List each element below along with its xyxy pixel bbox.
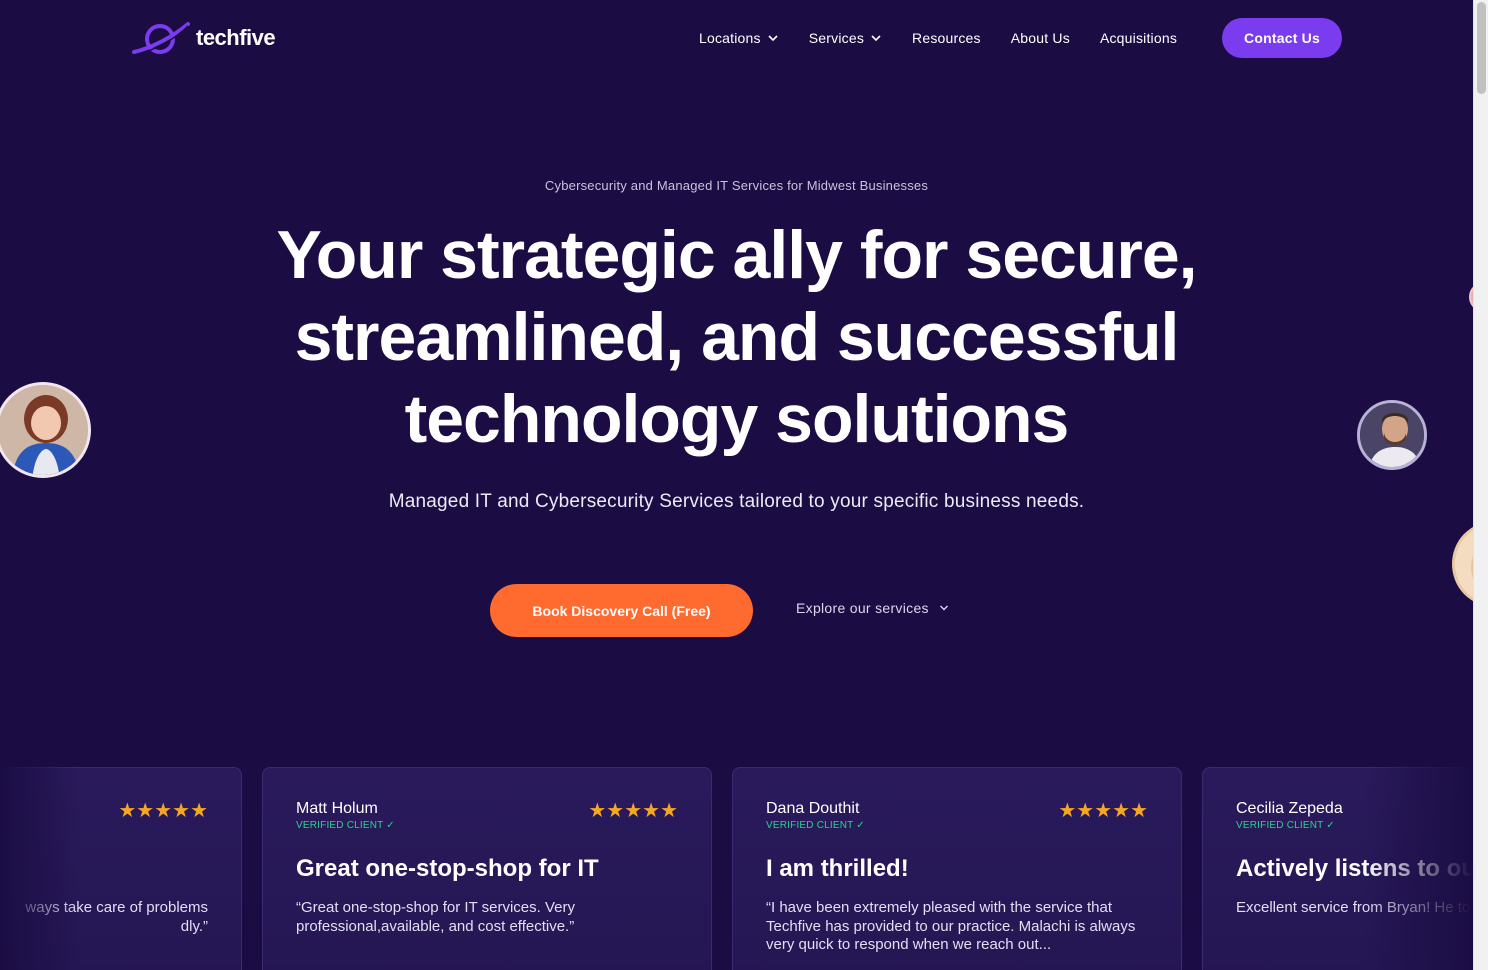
brand-logo[interactable]: techfive	[132, 18, 276, 58]
star-rating: ★★★★★	[588, 800, 678, 822]
nav-item-resources[interactable]: Resources	[912, 30, 981, 46]
main-nav: Locations Services Resources About Us Ac…	[699, 18, 1207, 58]
nav-item-label: Resources	[912, 30, 981, 46]
planet-logo-icon	[132, 22, 190, 55]
client-avatar	[1452, 522, 1473, 606]
page: techfive Locations Services Resources Ab…	[0, 0, 1473, 970]
review-title: I am thrilled!	[766, 855, 909, 882]
chevron-down-icon	[871, 35, 881, 42]
page-scrollbar[interactable]	[1473, 0, 1488, 970]
reviewer-name: Dana Douthit	[766, 800, 860, 817]
nav-item-locations[interactable]: Locations	[699, 30, 779, 46]
client-avatar	[0, 382, 91, 478]
hero-headline: Your strategic ally for secure, streamli…	[200, 214, 1273, 460]
nav-item-label: Services	[808, 30, 865, 46]
review-title: Great one-stop-shop for IT	[296, 855, 599, 882]
hero-eyebrow: Cybersecurity and Managed IT Services fo…	[544, 178, 929, 193]
nav-item-about-us[interactable]: About Us	[1011, 30, 1070, 46]
verified-client-badge: VERIFIED CLIENT ✓	[766, 820, 865, 831]
verified-client-badge: VERIFIED CLIENT ✓	[296, 820, 395, 831]
brand-name: techfive	[196, 25, 276, 50]
review-text: “Great one-stop-shop for IT services. Ve…	[296, 899, 576, 935]
nav-item-label: About Us	[1010, 30, 1070, 46]
headline-line: streamlined, and successful	[294, 299, 1180, 375]
client-avatar	[1357, 400, 1427, 470]
headline-line: Your strategic ally for secure,	[276, 217, 1197, 293]
nav-item-label: Acquisitions	[1099, 30, 1178, 46]
reviewer-name: Matt Holum	[296, 800, 378, 817]
carousel-fade-left	[0, 760, 80, 970]
explore-label: Explore our services	[796, 600, 929, 616]
review-text: “I have been extremely pleased with the …	[766, 899, 1136, 953]
nav-item-acquisitions[interactable]: Acquisitions	[1100, 30, 1177, 46]
star-rating: ★★★★★	[1058, 800, 1148, 822]
chevron-down-icon	[768, 35, 778, 42]
chevron-down-icon	[939, 605, 948, 611]
headline-line: technology solutions	[404, 381, 1070, 457]
carousel-fade-right	[1363, 760, 1473, 970]
book-discovery-call-button[interactable]: Book Discovery Call (Free)	[490, 584, 753, 637]
scrollbar-thumb[interactable]	[1477, 2, 1486, 94]
review-card: Dana Douthit VERIFIED CLIENT ✓ ★★★★★ I a…	[732, 767, 1182, 970]
review-card: Matt Holum VERIFIED CLIENT ✓ ★★★★★ Great…	[262, 767, 712, 970]
hero-subhead: Managed IT and Cybersecurity Services ta…	[388, 491, 1085, 512]
star-rating: ★★★★★	[118, 800, 208, 822]
explore-services-link[interactable]: Explore our services	[796, 600, 949, 616]
reviewer-name: Cecilia Zepeda	[1236, 800, 1343, 817]
nav-item-services[interactable]: Services	[809, 30, 882, 46]
nav-item-label: Locations	[699, 30, 761, 46]
verified-client-badge: VERIFIED CLIENT ✓	[1236, 820, 1335, 831]
contact-us-button[interactable]: Contact Us	[1222, 18, 1342, 58]
